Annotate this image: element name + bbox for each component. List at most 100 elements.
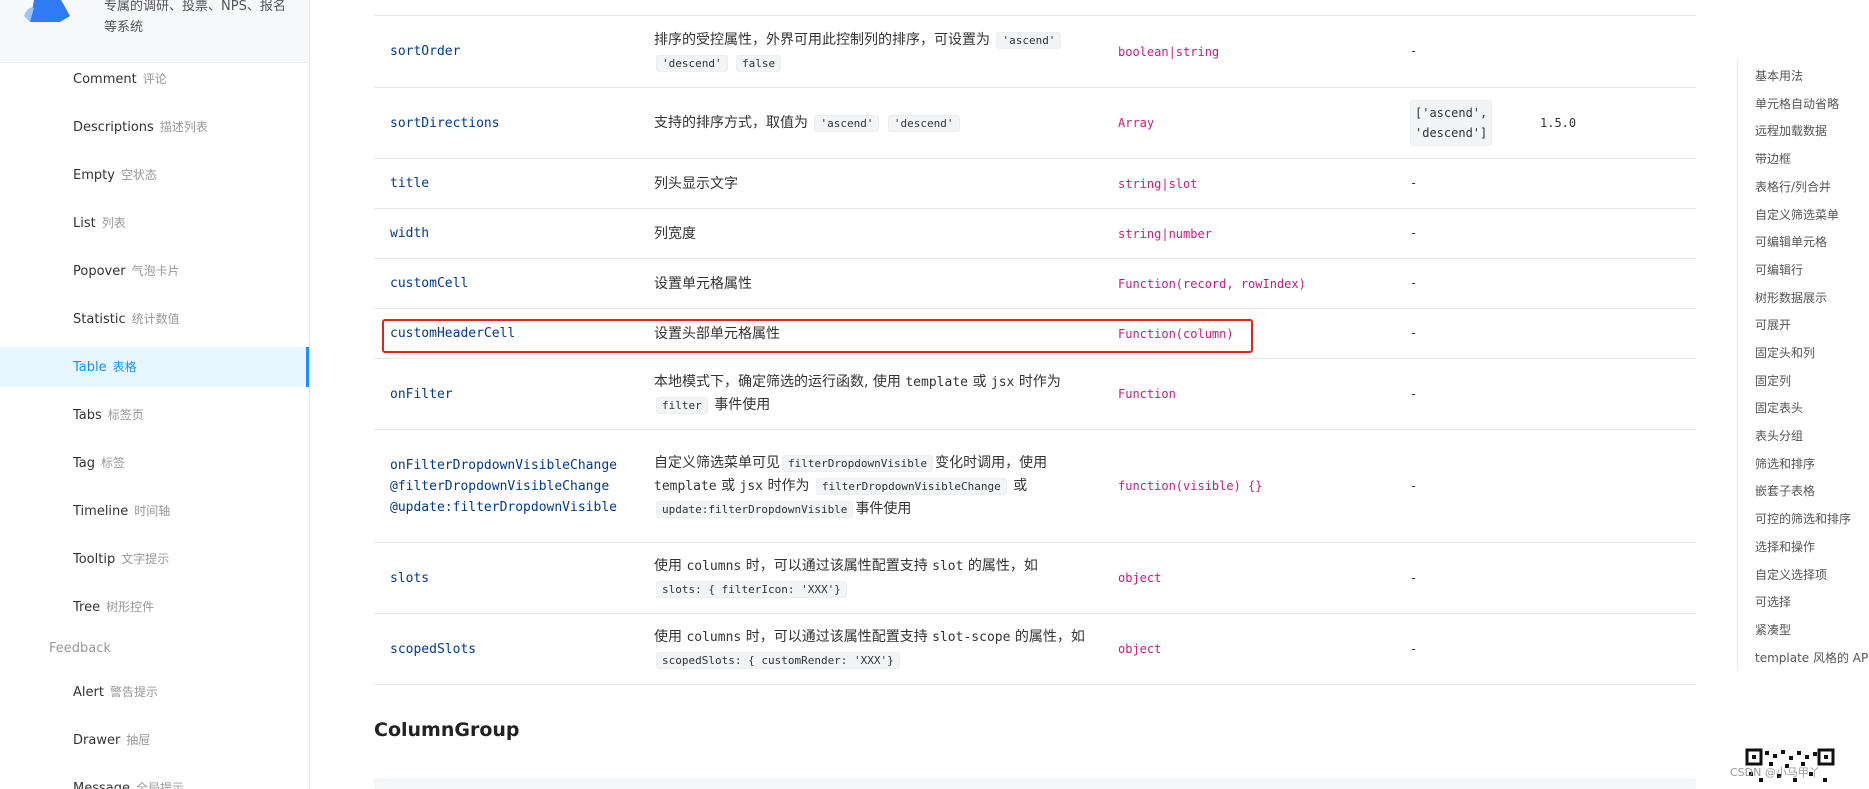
- sidebar-promo-banner[interactable]: 专属的调研、投票、NPS、报名等系统: [0, 0, 309, 63]
- sidebar-item-alert[interactable]: Alert 警告提示: [0, 672, 309, 712]
- nav-label: Table: [73, 360, 107, 375]
- sidebar-item-comment[interactable]: Comment 评论: [0, 59, 309, 99]
- api-table: sortOrder 排序的受控属性，外界可用此控制列的排序，可设置为 'asce…: [374, 0, 1696, 789]
- prop-name: slots: [390, 570, 430, 586]
- anchor-item[interactable]: 自定义选择项: [1755, 566, 1827, 583]
- nav-label: List: [73, 216, 96, 231]
- anchor-item[interactable]: 固定列: [1755, 372, 1791, 389]
- nav-label-zh: 文字提示: [121, 552, 170, 566]
- desc-text: 变化时调用，使用: [935, 454, 1048, 471]
- anchor-item[interactable]: 可选择: [1755, 593, 1791, 610]
- sidebar-item-tabs[interactable]: Tabs 标签页: [0, 395, 309, 435]
- nav-label-zh: 时间轴: [134, 504, 171, 518]
- anchor-item[interactable]: 可展开: [1755, 316, 1791, 333]
- promo-text: 专属的调研、投票、NPS、报名等系统: [104, 0, 286, 35]
- code-tag: slots: { filterIcon: 'XXX'}: [656, 581, 847, 598]
- anchor-item[interactable]: 远程加载数据: [1755, 122, 1827, 139]
- anchor-item[interactable]: 可控的筛选和排序: [1755, 510, 1851, 527]
- prop-default: -: [1410, 176, 1418, 190]
- anchor-item[interactable]: 单元格自动省略: [1755, 95, 1839, 112]
- anchor-item[interactable]: 表格行/列合并: [1755, 178, 1831, 195]
- sidebar-item-tree[interactable]: Tree 树形控件: [0, 587, 309, 627]
- promo-logo-icon: [24, 0, 70, 22]
- anchor-item[interactable]: 可编辑行: [1755, 261, 1803, 278]
- nav-label: Tag: [73, 456, 96, 471]
- desc-text: 时作为: [767, 477, 810, 494]
- prop-type: Function(record, rowIndex): [1118, 276, 1306, 291]
- nav-label: Timeline: [73, 504, 129, 519]
- anchor-item[interactable]: 嵌套子表格: [1755, 482, 1815, 499]
- nav-label-zh: 表格: [112, 360, 137, 374]
- table-row: onFilterDropdownVisibleChange @filterDrop…: [374, 430, 1696, 543]
- anchor-item[interactable]: 自定义筛选菜单: [1755, 206, 1839, 223]
- prop-desc: 列宽度: [654, 225, 696, 242]
- default-line: 'descend']: [1415, 126, 1488, 140]
- nav-label: Tooltip: [73, 552, 116, 567]
- anchor-item[interactable]: 带边框: [1755, 150, 1791, 167]
- prop-name-line: @filterDropdownVisibleChange: [390, 478, 610, 494]
- sidebar-item-drawer[interactable]: Drawer 抽屉: [0, 720, 309, 760]
- nav-label: Empty: [73, 168, 115, 183]
- prop-default: -: [1410, 570, 1418, 585]
- sidebar-nav: 专属的调研、投票、NPS、报名等系统 Comment 评论 Description…: [0, 0, 310, 789]
- anchor-item[interactable]: 可编辑单元格: [1755, 233, 1827, 250]
- sidebar-item-tooltip[interactable]: Tooltip 文字提示: [0, 539, 309, 579]
- prop-type: Function: [1118, 387, 1176, 401]
- desc-text: 支持的排序方式，取值为: [654, 114, 808, 131]
- sidebar-item-popover[interactable]: Popover 气泡卡片: [0, 251, 309, 291]
- table-row: width 列宽度 string|number -: [374, 209, 1696, 259]
- nav-label-zh: 警告提示: [109, 685, 158, 699]
- code-tag: false: [736, 54, 782, 72]
- anchor-item[interactable]: 表头分组: [1755, 427, 1803, 444]
- nav-label-zh: 标签: [101, 456, 126, 470]
- code-tag: filter: [656, 397, 708, 414]
- table-row: slots 使用 columns 时，可以通过该属性配置支持 slot 的属性，…: [374, 543, 1696, 614]
- nav-label-zh: 全局提示: [135, 781, 184, 789]
- sidebar-item-timeline[interactable]: Timeline 时间轴: [0, 491, 309, 531]
- prop-default: -: [1410, 386, 1418, 401]
- table-row: customCell 设置单元格属性 Function(record, rowI…: [374, 259, 1696, 309]
- anchor-item[interactable]: 固定表头: [1755, 399, 1803, 416]
- sidebar-item-list[interactable]: List 列表: [0, 203, 309, 243]
- desc-mono: columns: [686, 630, 742, 645]
- prop-name: customHeaderCell: [390, 326, 516, 341]
- prop-desc: 设置单元格属性: [654, 275, 752, 292]
- desc-text: 事件使用: [855, 500, 912, 517]
- prop-desc: 使用 columns 时，可以通过该属性配置支持 slot-scope 的属性，…: [654, 614, 1094, 684]
- default-line: ['ascend',: [1415, 106, 1488, 120]
- code-tag: 'descend': [887, 114, 960, 132]
- prop-name-line: @update:filterDropdownVisible: [390, 499, 617, 515]
- prop-type: Function(column): [1118, 326, 1234, 341]
- table-row: onFilter 本地模式下，确定筛选的运行函数, 使用 template 或 …: [374, 359, 1696, 430]
- desc-text: 或: [1013, 477, 1028, 494]
- anchor-item[interactable]: 筛选和排序: [1755, 455, 1815, 472]
- desc-mono: columns: [686, 559, 742, 574]
- sidebar-item-statistic[interactable]: Statistic 统计数值: [0, 299, 309, 339]
- prop-desc: 支持的排序方式，取值为 'ascend' 'descend': [654, 88, 1094, 158]
- anchor-item[interactable]: 紧凑型: [1755, 621, 1791, 638]
- desc-text: 使用: [654, 558, 682, 574]
- code-tag: update:filterDropdownVisible: [656, 500, 854, 518]
- sidebar-item-tag[interactable]: Tag 标签: [0, 443, 309, 483]
- nav-label-zh: 标签页: [107, 408, 144, 422]
- desc-mono: slot: [932, 559, 964, 574]
- prop-type: Array: [1118, 116, 1155, 130]
- desc-text: 排序的受控属性，外界可用此控制列的排序，可设置为: [654, 31, 990, 48]
- anchor-item[interactable]: template 风格的 API: [1755, 649, 1869, 666]
- prop-default: -: [1410, 326, 1418, 340]
- desc-text: 时作为: [1018, 374, 1061, 390]
- sidebar-item-empty[interactable]: Empty 空状态: [0, 155, 309, 195]
- sidebar-item-table[interactable]: Table 表格: [0, 347, 309, 387]
- desc-text: 时，可以通过该属性配置支持: [745, 558, 928, 574]
- anchor-item[interactable]: 树形数据展示: [1755, 289, 1827, 306]
- anchor-item[interactable]: 固定头和列: [1755, 344, 1815, 361]
- desc-text: 事件使用: [714, 397, 771, 413]
- prop-version: 1.5.0: [1540, 116, 1577, 130]
- prop-name: width: [390, 226, 430, 241]
- sidebar-item-descriptions[interactable]: Descriptions 描述列表: [0, 107, 309, 147]
- anchor-nav: 基本用法 单元格自动省略 远程加载数据 带边框 表格行/列合并 自定义筛选菜单 …: [1737, 60, 1869, 670]
- sidebar-item-message[interactable]: Message 全局提示: [0, 768, 309, 789]
- anchor-item[interactable]: 基本用法: [1755, 67, 1803, 84]
- prop-type: object: [1118, 571, 1162, 585]
- anchor-item[interactable]: 选择和操作: [1755, 538, 1815, 555]
